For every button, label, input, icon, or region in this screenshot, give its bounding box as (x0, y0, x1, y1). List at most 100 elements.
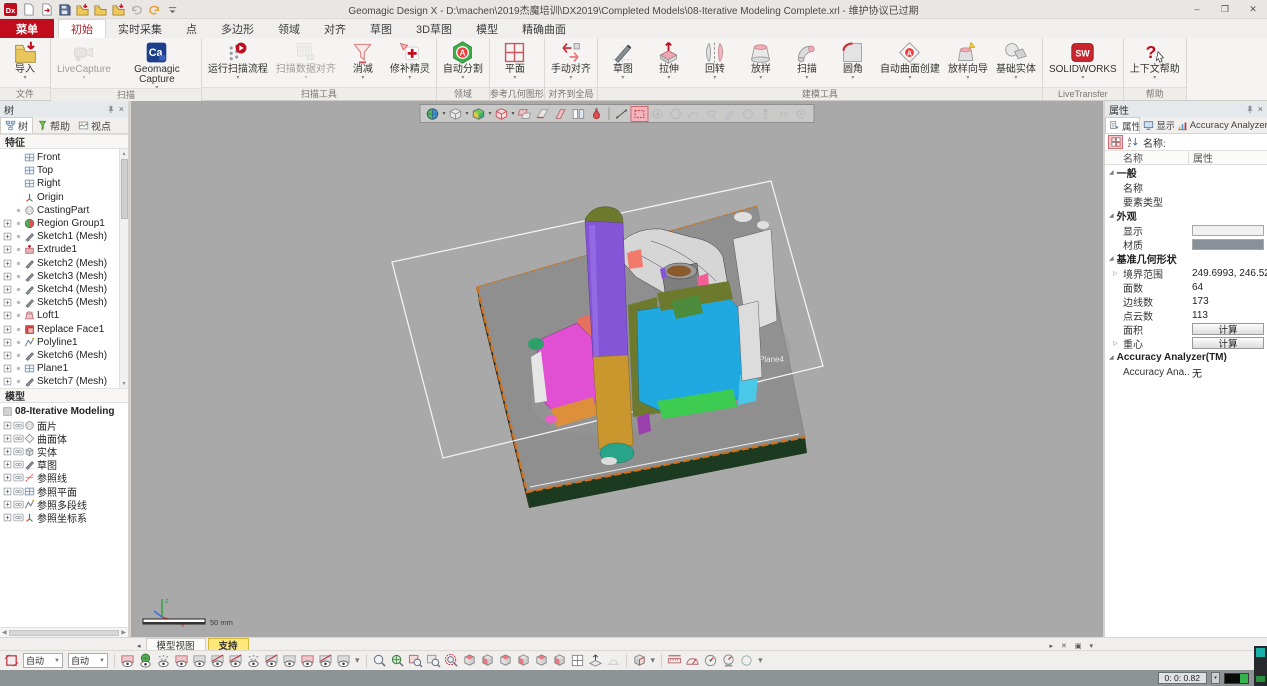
tree-item-Sketch2 (Mesh)[interactable]: Sketch2 (Mesh) (2, 257, 117, 270)
tree-item-Extrude1[interactable]: Extrude1 (2, 243, 117, 256)
tab-实时采集[interactable]: 实时采集 (106, 19, 174, 38)
section-a-button[interactable] (534, 106, 552, 122)
tab-精确曲面[interactable]: 精确曲面 (510, 19, 578, 38)
expand-icon[interactable] (2, 244, 13, 255)
property-row-面数[interactable]: 面数64 (1105, 280, 1267, 294)
property-row-点云数[interactable]: 点云数113 (1105, 308, 1267, 322)
visibility-toggle-icon[interactable] (13, 486, 24, 497)
tab-领域[interactable]: 领域 (266, 19, 312, 38)
dropdown-arrow-icon[interactable]: ▾ (512, 110, 515, 117)
properties-tab-显示[interactable]: 显示 (1140, 117, 1173, 133)
tab-对齐[interactable]: 对齐 (312, 19, 358, 38)
ribbon-button-Geomagic Capture[interactable]: CaGeomagic Capture▾ (115, 39, 199, 91)
scrollbar-thumb[interactable] (9, 630, 120, 636)
tree-item-Replace Face1[interactable]: Replace Face1 (2, 322, 117, 335)
scroll-up-icon[interactable]: ▲ (122, 149, 127, 158)
scrollbar-thumb[interactable] (121, 159, 128, 219)
zoom-circle-button[interactable] (443, 653, 460, 669)
ribbon-button-手动对齐[interactable]: 手动对齐▾ (547, 39, 595, 81)
toggle-sketch-visibility-button[interactable] (209, 653, 226, 669)
scroll-left-icon[interactable]: ◀ (2, 629, 7, 636)
shading-mode-button[interactable] (470, 106, 488, 122)
property-row-材质[interactable]: 材质 (1105, 237, 1267, 251)
toggle-polyline-visibility-button[interactable] (299, 653, 316, 669)
ribbon-button-运行扫描流程[interactable]: 运行扫描流程▾ (204, 39, 272, 81)
tab-点[interactable]: 点 (174, 19, 209, 38)
ribbon-button-修补精灵[interactable]: 修补精灵▾ (386, 39, 434, 81)
value-column-header[interactable]: 属性 (1189, 151, 1267, 164)
tree-item-Sketch4 (Mesh)[interactable]: Sketch4 (Mesh) (2, 283, 117, 296)
tree-item-Sketch5 (Mesh)[interactable]: Sketch5 (Mesh) (2, 296, 117, 309)
expand-icon[interactable]: ▷ (1113, 340, 1118, 347)
tab-草图[interactable]: 草图 (358, 19, 404, 38)
tree-horizontal-scrollbar[interactable]: ◀ ▶ (0, 627, 128, 637)
property-row-面积[interactable]: 面积计算 (1105, 322, 1267, 336)
scroll-tabs-left-button[interactable]: ◂ (137, 643, 141, 650)
panel-tab-视点[interactable]: 视点 (74, 117, 115, 133)
expand-icon[interactable] (2, 363, 13, 374)
open-recent-button[interactable] (110, 1, 127, 17)
expand-icon[interactable] (2, 472, 13, 483)
zoom-world-button[interactable] (389, 653, 406, 669)
expand-icon[interactable] (2, 231, 13, 242)
close-button[interactable]: ✕ (1239, 1, 1267, 18)
model-item-面片[interactable]: 面片 (2, 419, 117, 432)
zoom-plane-button[interactable] (407, 653, 424, 669)
view-left-button[interactable] (461, 653, 478, 669)
expand-icon[interactable] (2, 258, 13, 269)
measure-distance-button[interactable] (666, 653, 683, 669)
name-column-header[interactable]: 名称 (1105, 151, 1189, 164)
model-item-参照多段线[interactable]: 参照多段线 (2, 498, 117, 511)
visibility-toggle-icon[interactable] (13, 512, 24, 523)
expand-icon[interactable]: ▷ (1113, 270, 1118, 277)
plane-display-button[interactable] (516, 106, 534, 122)
selection-filter-button[interactable] (3, 653, 20, 669)
more-options-icon[interactable]: ▾ (756, 655, 765, 666)
toggle-pointcloud-visibility-button[interactable] (155, 653, 172, 669)
restore-button[interactable]: ❐ (1211, 1, 1239, 18)
line-select-button[interactable] (613, 106, 631, 122)
view-grid-button[interactable] (569, 653, 586, 669)
expand-icon[interactable] (2, 297, 13, 308)
expand-icon[interactable] (2, 284, 13, 295)
redo-button[interactable] (146, 1, 163, 17)
app-logo[interactable]: Dx (2, 1, 19, 17)
model-item-曲面体[interactable]: 曲面体 (2, 432, 117, 445)
new-window-button[interactable]: ▣ (1073, 642, 1084, 650)
close-view-button[interactable]: ✕ (1059, 642, 1069, 650)
dropdown-arrow-icon[interactable]: ▾ (465, 110, 468, 117)
snap-mode-select[interactable]: 自动▼ (68, 653, 108, 668)
tab-多边形[interactable]: 多边形 (209, 19, 266, 38)
tree-item-Sketch6 (Mesh)[interactable]: Sketch6 (Mesh) (2, 349, 117, 362)
close-panel-icon[interactable]: × (1258, 105, 1263, 114)
ribbon-button-自动分割[interactable]: A自动分割▾ (439, 39, 487, 81)
ribbon-button-回转[interactable]: 回转▾ (692, 39, 738, 81)
pin-panel-icon[interactable] (1245, 105, 1254, 114)
tab-初始[interactable]: 初始 (58, 19, 106, 38)
expand-icon[interactable] (2, 420, 13, 431)
expand-icon[interactable] (2, 271, 13, 282)
new-file-button[interactable] (20, 1, 37, 17)
model-root-item[interactable]: 08-Iterative Modeling Compl (2, 405, 117, 418)
ribbon-button-扫描[interactable]: 扫描▾ (784, 39, 830, 81)
property-group-Accuracy Analyzer(TM)[interactable]: ◢Accuracy Analyzer(TM) (1105, 350, 1267, 365)
tab-模型[interactable]: 模型 (464, 19, 510, 38)
toggle-plane-visibility-button[interactable] (281, 653, 298, 669)
ribbon-button-拉伸[interactable]: 拉伸▾ (646, 39, 692, 81)
properties-tab-属性[interactable]: 属性 (1105, 117, 1140, 133)
toggle-csys-visibility-button[interactable] (317, 653, 334, 669)
calculate-button[interactable]: 计算 (1192, 337, 1264, 349)
view-front-button[interactable] (497, 653, 514, 669)
view-top-button[interactable] (533, 653, 550, 669)
viewport-layout-button[interactable] (570, 106, 588, 122)
geometry-display-button[interactable] (493, 106, 511, 122)
ribbon-button-上下文帮助[interactable]: ?上下文帮助▾ (1126, 39, 1184, 81)
tab-菜单[interactable]: 菜单 (0, 19, 54, 38)
scroll-tabs-right-button[interactable]: ▸ (1047, 642, 1055, 650)
expand-icon[interactable] (2, 446, 13, 457)
tree-item-Origin[interactable]: Origin (2, 191, 117, 204)
view-back-button[interactable] (515, 653, 532, 669)
save-button[interactable] (56, 1, 73, 17)
open-file-button[interactable] (92, 1, 109, 17)
measure-radius-button[interactable] (702, 653, 719, 669)
